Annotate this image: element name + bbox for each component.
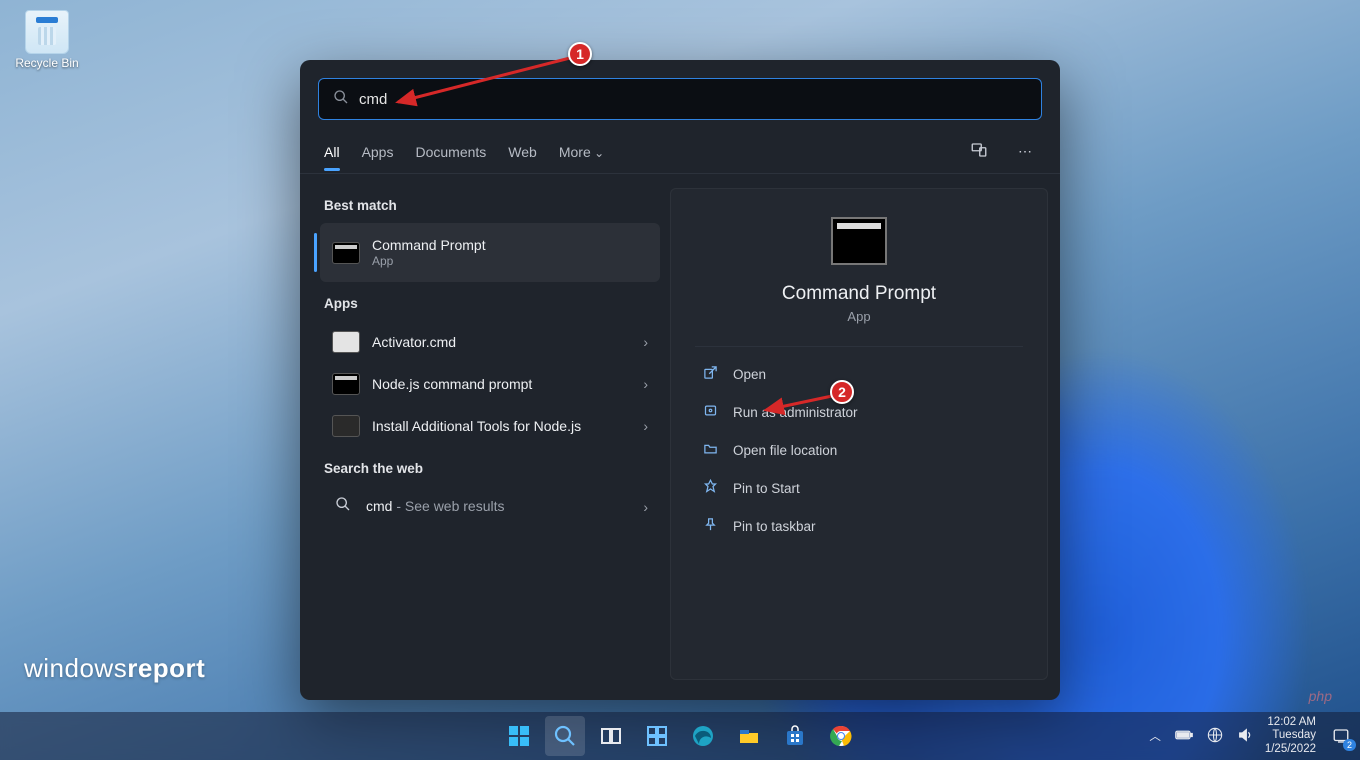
start-button[interactable] (499, 716, 539, 756)
file-icon (332, 331, 360, 353)
search-bar[interactable] (318, 78, 1042, 120)
tab-web[interactable]: Web (508, 134, 537, 170)
microsoft-store[interactable] (775, 716, 815, 756)
detail-sub: App (847, 309, 870, 324)
best-match-title: Command Prompt (372, 237, 648, 254)
action-open[interactable]: Open (695, 355, 1023, 393)
app-result[interactable]: Activator.cmd › (320, 321, 660, 363)
more-options-icon[interactable]: ⋯ (1014, 139, 1036, 164)
widgets[interactable] (637, 716, 677, 756)
chevron-right-icon: › (643, 376, 648, 392)
edge-browser[interactable] (683, 716, 723, 756)
tab-apps[interactable]: Apps (362, 134, 394, 170)
devices-icon[interactable] (966, 137, 992, 166)
taskbar-search[interactable] (545, 716, 585, 756)
pin-icon (701, 479, 719, 497)
app-result[interactable]: Node.js command prompt › (320, 363, 660, 405)
pin-icon (701, 517, 719, 535)
filter-tabs: All Apps Documents Web More ⋯ (300, 130, 1060, 174)
battery-icon[interactable] (1173, 727, 1195, 746)
action-pin-start[interactable]: Pin to Start (695, 469, 1023, 507)
tab-documents[interactable]: Documents (415, 134, 486, 170)
annotation-badge-1: 1 (568, 42, 592, 66)
chevron-right-icon: › (643, 334, 648, 350)
annotation-badge-2: 2 (830, 380, 854, 404)
search-input[interactable] (359, 91, 1027, 108)
tab-all[interactable]: All (324, 134, 340, 170)
watermark: windowsreport (24, 653, 205, 684)
web-result[interactable]: cmd - See web results › (320, 486, 660, 527)
recycle-bin-icon (25, 10, 69, 54)
recycle-bin[interactable]: Recycle Bin (12, 10, 82, 70)
notifications-icon[interactable]: 2 (1328, 723, 1354, 749)
notification-count: 2 (1343, 739, 1356, 751)
file-explorer[interactable] (729, 716, 769, 756)
task-view[interactable] (591, 716, 631, 756)
volume-icon[interactable] (1235, 725, 1255, 748)
search-icon (333, 89, 349, 110)
search-icon (332, 496, 354, 517)
cmd-icon (332, 373, 360, 395)
tray-chevron-up-icon[interactable]: ︿ (1147, 726, 1163, 746)
section-apps: Apps (324, 296, 656, 311)
divider (695, 346, 1023, 347)
action-pin-taskbar[interactable]: Pin to taskbar (695, 507, 1023, 545)
watermark-php: php (1309, 688, 1332, 704)
tab-more[interactable]: More (559, 134, 604, 170)
section-web: Search the web (324, 461, 656, 476)
cmd-icon-large (831, 217, 887, 265)
tools-icon (332, 415, 360, 437)
folder-icon (701, 441, 719, 459)
taskbar: ︿ 12:02 AM Tuesday 1/25/2022 2 (0, 712, 1360, 760)
chrome-browser[interactable] (821, 716, 861, 756)
section-best-match: Best match (324, 198, 656, 213)
app-result[interactable]: Install Additional Tools for Node.js › (320, 405, 660, 447)
results-column: Best match Command Prompt App Apps Activ… (320, 184, 660, 680)
best-match-sub: App (372, 254, 648, 268)
action-run-admin[interactable]: Run as administrator (695, 393, 1023, 431)
clock[interactable]: 12:02 AM Tuesday 1/25/2022 (1265, 716, 1316, 756)
network-icon[interactable] (1205, 725, 1225, 748)
detail-title: Command Prompt (782, 283, 936, 305)
chevron-right-icon: › (643, 499, 648, 515)
start-search-panel: All Apps Documents Web More ⋯ Best match… (300, 60, 1060, 700)
shield-icon (701, 403, 719, 421)
action-open-location[interactable]: Open file location (695, 431, 1023, 469)
chevron-right-icon: › (643, 418, 648, 434)
open-icon (701, 365, 719, 383)
recycle-bin-label: Recycle Bin (12, 56, 82, 70)
cmd-icon (332, 242, 360, 264)
system-tray: ︿ 12:02 AM Tuesday 1/25/2022 2 (1147, 712, 1354, 760)
detail-pane: Command Prompt App Open Run as administr… (670, 188, 1048, 680)
best-match-item[interactable]: Command Prompt App (320, 223, 660, 282)
